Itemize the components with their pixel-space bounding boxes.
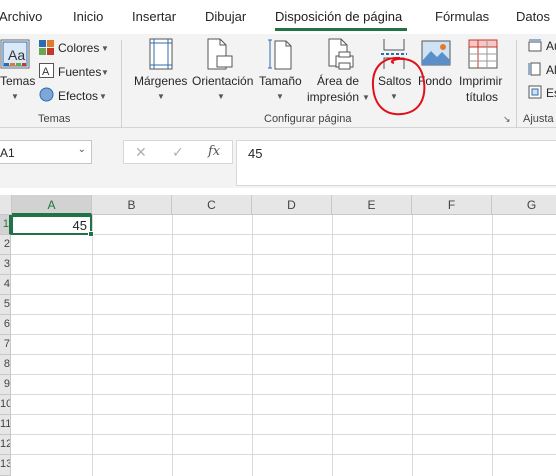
height-icon (528, 62, 541, 76)
gridline (11, 434, 556, 435)
gridline (11, 414, 556, 415)
row-header[interactable]: 13 (0, 455, 11, 476)
formula-bar: A1 ⌄ ✕ ✓ fx 45 (0, 128, 556, 188)
formula-controls: ✕ ✓ fx (123, 140, 233, 164)
fonts-icon: A (39, 63, 54, 78)
column-header-d[interactable]: D (252, 195, 332, 215)
tab-insertar[interactable]: Insertar (132, 9, 176, 24)
margenes-label: Márgenes (134, 74, 188, 88)
cell-a1[interactable]: 45 (11, 215, 92, 235)
cell-a1-value: 45 (72, 218, 87, 233)
column-header-e[interactable]: E (332, 195, 412, 215)
area-de-label-line2: impresión (307, 90, 360, 104)
effects-icon (39, 87, 54, 102)
annotation-circle (371, 56, 426, 116)
gridline (11, 314, 556, 315)
ribbon-tabs: Archivo Inicio Insertar Dibujar Disposic… (0, 0, 556, 34)
active-tab-indicator (275, 28, 407, 31)
formula-input[interactable]: 45 (236, 140, 556, 186)
column-header-a[interactable]: A (12, 195, 92, 215)
chevron-down-icon: ▼ (362, 93, 370, 102)
ajustar-label-2: Al (546, 63, 556, 77)
imprimir-label-line2: títulos (466, 90, 499, 104)
row-header[interactable]: 10 (0, 395, 11, 415)
enter-icon[interactable]: ✓ (172, 144, 184, 161)
tab-dibujar[interactable]: Dibujar (205, 9, 246, 24)
row-header[interactable]: 2 (0, 235, 11, 255)
gridline (11, 374, 556, 375)
group-label-temas: Temas (38, 113, 71, 125)
efectos-label: Efectos (58, 89, 99, 103)
gridline (11, 334, 556, 335)
gridline (11, 354, 556, 355)
formula-value: 45 (248, 146, 263, 161)
column-header-b[interactable]: B (92, 195, 172, 215)
cancel-icon[interactable]: ✕ (135, 144, 147, 161)
orientacion-label: Orientación (192, 74, 254, 88)
chevron-down-icon[interactable]: ⌄ (78, 144, 86, 155)
gridline (11, 254, 556, 255)
group-label-configurar-pagina: Configurar página (264, 113, 352, 125)
tab-formulas[interactable]: Fórmulas (435, 9, 489, 24)
group-divider (516, 40, 517, 128)
area-de-label-line1: Área de (317, 74, 360, 88)
name-box[interactable]: A1 ⌄ (0, 140, 92, 164)
ajustar-label-3: Es (546, 86, 556, 100)
gridline (11, 274, 556, 275)
print-area-icon (328, 38, 354, 70)
select-all-corner[interactable] (0, 195, 12, 215)
width-icon (528, 39, 542, 52)
row-header[interactable]: 12 (0, 435, 11, 455)
row-header[interactable]: 4 (0, 275, 11, 295)
svg-text:A: A (42, 66, 50, 78)
tab-inicio[interactable]: Inicio (73, 9, 103, 24)
ajustar-label-1: Au (546, 39, 556, 53)
orientation-icon (207, 38, 233, 70)
row-header[interactable]: 5 (0, 295, 11, 315)
worksheet-grid[interactable]: A B C D E F G 1 2 3 4 5 6 7 8 9 10 11 12… (0, 195, 556, 476)
scale-icon (528, 85, 542, 99)
chevron-down-icon: ▼ (157, 92, 165, 101)
themes-icon: Aa (0, 39, 30, 69)
row-header[interactable]: 3 (0, 255, 11, 275)
group-divider (121, 40, 122, 128)
chevron-down-icon: ▼ (101, 68, 109, 77)
margins-icon (149, 38, 173, 70)
size-icon (268, 39, 292, 70)
dialog-launcher-icon[interactable]: ↘ (503, 114, 511, 125)
column-header-c[interactable]: C (172, 195, 252, 215)
fuentes-label: Fuentes (58, 65, 102, 79)
tab-archivo[interactable]: Archivo (0, 9, 42, 24)
insert-function-button[interactable]: fx (208, 144, 220, 159)
row-header[interactable]: 6 (0, 315, 11, 335)
temas-label: Temas (0, 74, 36, 88)
group-label-ajustar: Ajusta (523, 113, 554, 125)
colores-label: Colores (58, 41, 100, 55)
tab-disposicion-de-pagina[interactable]: Disposición de página (275, 9, 402, 24)
chevron-down-icon: ▼ (217, 92, 225, 101)
gridline (11, 454, 556, 455)
tamano-label: Tamaño (259, 74, 302, 88)
ribbon: Aa Temas ▼ Colores ▼ A Fuentes ▼ Efectos… (0, 34, 556, 128)
name-box-value: A1 (0, 146, 15, 160)
row-header[interactable]: 8 (0, 355, 11, 375)
chevron-down-icon: ▼ (276, 92, 284, 101)
gridline (11, 394, 556, 395)
row-header[interactable]: 1 (0, 215, 11, 235)
row-header[interactable]: 11 (0, 415, 11, 435)
column-header-f[interactable]: F (412, 195, 492, 215)
row-header[interactable]: 9 (0, 375, 11, 395)
fill-handle[interactable] (88, 231, 94, 237)
chevron-down-icon: ▼ (99, 92, 107, 101)
svg-text:Aa: Aa (8, 47, 25, 63)
tab-datos[interactable]: Datos (516, 9, 550, 24)
column-header-g[interactable]: G (492, 195, 556, 215)
row-header[interactable]: 7 (0, 335, 11, 355)
chevron-down-icon: ▼ (11, 92, 19, 101)
gridline (11, 294, 556, 295)
colors-icon (39, 40, 54, 55)
print-titles-icon (468, 39, 498, 69)
chevron-down-icon: ▼ (101, 44, 109, 53)
imprimir-label-line1: Imprimir (459, 74, 503, 88)
